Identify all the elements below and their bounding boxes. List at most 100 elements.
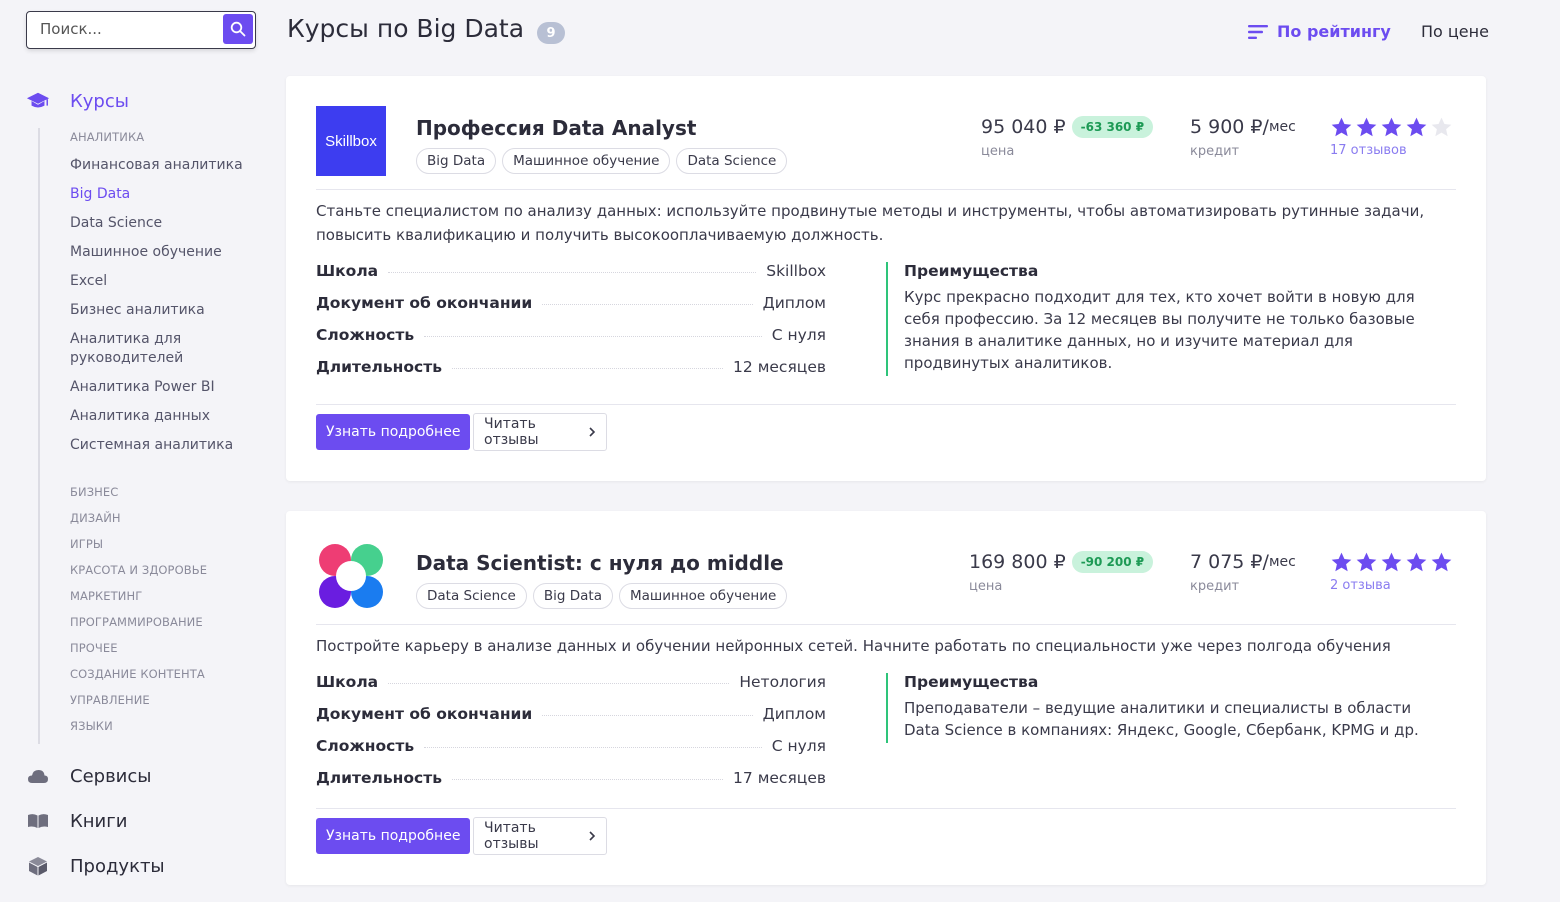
property-value: С нуля [771,326,826,344]
star-empty-icon [1431,117,1452,137]
skillbox-logo[interactable]: Skillbox [316,106,386,176]
category-games[interactable]: ИГРЫ [70,537,103,551]
sidebar-item-data-science[interactable]: Data Science [70,214,250,233]
tag[interactable]: Машинное обучение [618,583,788,609]
credit-label: кредит [1190,144,1240,159]
course-card: Data Scientist: с нуля до middle Data Sc… [286,511,1486,885]
nav-products[interactable]: Продукты [26,854,165,878]
property-key: Документ об окончании [316,294,533,312]
price-block: 95 040 ₽ -63 360 ₽ цена [981,116,1154,159]
read-reviews-button[interactable]: Читать отзывы [473,817,607,855]
property-value: 17 месяцев [733,769,826,787]
sidebar-item-power-bi[interactable]: Аналитика Power BI [70,378,250,397]
nav-books[interactable]: Книги [26,809,127,833]
property-row-document: Документ об окончании Диплом [316,294,826,326]
star-filled-icon [1356,552,1377,572]
property-value: Skillbox [766,262,826,280]
learn-more-button[interactable]: Узнать подробнее [316,818,471,854]
advantages-title: Преимущества [904,262,1039,280]
property-value: Диплом [762,705,826,723]
course-description: Постройте карьеру в анализе данных и обу… [316,637,1391,655]
price-value: 95 040 ₽ [981,116,1066,138]
search-input[interactable] [40,20,210,38]
read-reviews-label: Читать отзывы [484,820,539,852]
chevron-right-icon [588,830,596,842]
property-row-document: Документ об окончании Диплом [316,705,826,737]
per-month-label: мес [1268,119,1296,135]
category-other[interactable]: ПРОЧЕЕ [70,641,118,655]
category-design[interactable]: ДИЗАЙН [70,511,121,525]
property-key: Документ об окончании [316,705,533,723]
star-filled-icon [1381,552,1402,572]
credit-block: 5 900 ₽/мес кредит [1190,116,1296,159]
nav-services[interactable]: Сервисы [26,764,151,788]
nav-services-label: Сервисы [70,765,152,787]
tag[interactable]: Машинное обучение [502,148,671,174]
divider [316,808,1456,809]
sort-lines-icon [1248,24,1268,39]
price-label: цена [981,144,1015,159]
star-filled-icon [1381,117,1402,137]
subcategory-header-analytics[interactable]: АНАЛИТИКА [70,130,144,144]
sidebar-item-excel[interactable]: Excel [70,272,250,291]
book-icon [26,809,50,833]
reviews-count-link[interactable]: 2 отзыва [1330,578,1391,593]
category-management[interactable]: УПРАВЛЕНИЕ [70,693,150,707]
course-tags: Big Data Машинное обучение Data Science [416,148,788,174]
category-business[interactable]: БИЗНЕС [70,485,118,499]
box-icon [26,854,50,878]
category-beauty-health[interactable]: КРАСОТА И ЗДОРОВЬЕ [70,563,207,577]
sort-by-rating[interactable]: По рейтингу [1248,22,1391,41]
sort-by-price[interactable]: По цене [1421,22,1489,41]
divider [316,404,1456,405]
category-marketing[interactable]: МАРКЕТИНГ [70,589,142,603]
search-box [26,11,256,49]
reviews-count-link[interactable]: 17 отзывов [1330,143,1407,158]
course-card: Skillbox Профессия Data Analyst Big Data… [286,76,1486,481]
sidebar-item-financial-analytics[interactable]: Финансовая аналитика [70,156,250,175]
divider [316,189,1456,190]
course-title[interactable]: Data Scientist: с нуля до middle [416,551,784,575]
nav-books-label: Книги [70,810,128,832]
nav-courses[interactable]: Курсы [26,89,129,113]
advantages-title: Преимущества [904,673,1039,691]
property-value: С нуля [771,737,826,755]
star-filled-icon [1406,552,1427,572]
netology-logo[interactable] [316,541,386,611]
read-reviews-button[interactable]: Читать отзывы [473,413,607,451]
credit-value: 7 075 ₽/ [1190,551,1269,573]
course-title[interactable]: Профессия Data Analyst [416,116,696,140]
property-row-difficulty: Сложность С нуля [316,737,826,769]
credit-block: 7 075 ₽/мес кредит [1190,551,1296,594]
course-properties: Школа Нетология Документ об окончании Дипл… [316,673,826,801]
category-content-creation[interactable]: СОЗДАНИЕ КОНТЕНТА [70,667,205,681]
learn-more-button[interactable]: Узнать подробнее [316,414,471,450]
star-filled-icon [1331,117,1352,137]
property-key: Длительность [316,769,442,787]
tag[interactable]: Data Science [676,148,788,174]
advantages-text: Курс прекрасно подходит для тех, кто хоч… [904,288,1415,372]
tag[interactable]: Big Data [532,583,613,609]
tag[interactable]: Data Science [416,583,527,609]
sidebar-item-analytics-for-managers[interactable]: Аналитика для руководителей [70,330,210,368]
sidebar-item-big-data[interactable]: Big Data [70,185,250,204]
sidebar-item-system-analytics[interactable]: Системная аналитика [70,436,250,455]
cloud-icon [26,764,50,788]
sidebar-item-machine-learning[interactable]: Машинное обучение [70,243,250,262]
search-button[interactable] [223,14,253,44]
sidebar-item-business-analytics[interactable]: Бизнес аналитика [70,301,250,320]
star-filled-icon [1356,117,1377,137]
property-value: 12 месяцев [733,358,826,376]
sidebar-item-data-analytics[interactable]: Аналитика данных [70,407,250,426]
property-row-school: Школа Нетология [316,673,826,705]
discount-badge: -63 360 ₽ [1071,116,1154,138]
rating-stars [1330,551,1453,573]
tag[interactable]: Big Data [416,148,497,174]
category-languages[interactable]: ЯЗЫКИ [70,719,113,733]
star-filled-icon [1431,552,1452,572]
property-key: Сложность [316,326,415,344]
property-value: Нетология [739,673,826,691]
category-programming[interactable]: ПРОГРАММИРОВАНИЕ [70,615,203,629]
course-tags: Data Science Big Data Машинное обучение [416,583,788,609]
property-key: Длительность [316,358,442,376]
